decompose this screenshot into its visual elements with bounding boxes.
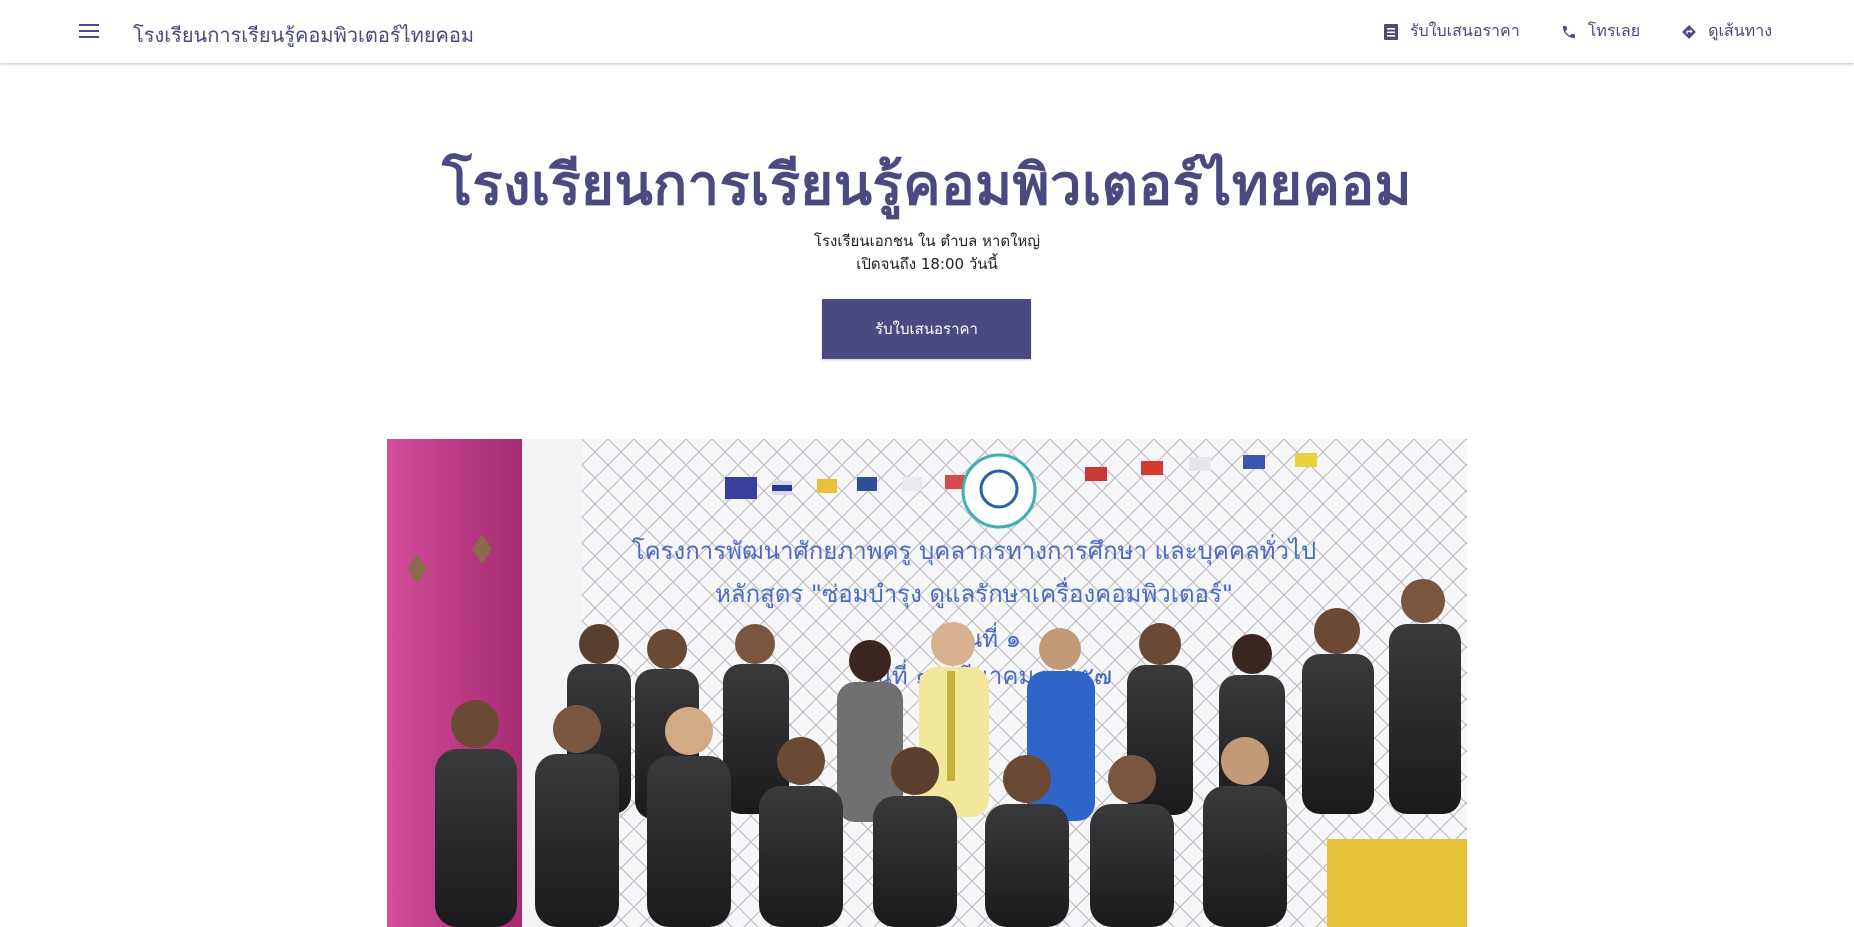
svg-text:หลักสูตร "ซ่อมบำรุง ดูแลรักษาเ: หลักสูตร "ซ่อมบำรุง ดูแลรักษาเครื่องคอมพ…	[715, 577, 1233, 609]
business-category: โรงเรียนเอกชน ใน ตำบล หาดใหญ่	[813, 232, 1041, 250]
get-quote-link[interactable]: รับใบเสนอราคา	[1362, 12, 1540, 52]
quote-icon	[1382, 23, 1400, 41]
get-quote-label: รับใบเสนอราคา	[1409, 21, 1520, 40]
top-app-bar: โรงเรียนการเรียนรู้คอมพิวเตอร์ไทยคอม รับ…	[0, 0, 1854, 63]
hero-photo: โครงการพัฒนาศักยภาพครู บุคลากรทางการศึกษ…	[387, 439, 1467, 927]
get-quote-button[interactable]: รับใบเสนอราคา	[822, 299, 1031, 359]
directions-link[interactable]: ดูเส้นทาง	[1660, 12, 1792, 52]
site-name-link[interactable]: โรงเรียนการเรียนรู้คอมพิวเตอร์ไทยคอม	[133, 19, 474, 51]
menu-button[interactable]	[74, 17, 104, 47]
header-actions: รับใบเสนอราคา โทรเลย ดูเส้นทาง	[1362, 0, 1792, 63]
directions-label: ดูเส้นทาง	[1708, 21, 1772, 40]
call-label: โทรเลย	[1587, 21, 1641, 40]
phone-icon	[1560, 23, 1578, 41]
menu-icon	[79, 23, 99, 42]
directions-icon	[1680, 23, 1698, 41]
opening-hours: เปิดจนถึง 18:00 วันนี้	[856, 255, 998, 273]
svg-text:โครงการพัฒนาศักยภาพครู บุคลากร: โครงการพัฒนาศักยภาพครู บุคลากรทางการศึกษ…	[632, 534, 1317, 566]
page-title: โรงเรียนการเรียนรู้คอมพิวเตอร์ไทยคอม	[441, 153, 1413, 218]
call-link[interactable]: โทรเลย	[1540, 12, 1660, 52]
